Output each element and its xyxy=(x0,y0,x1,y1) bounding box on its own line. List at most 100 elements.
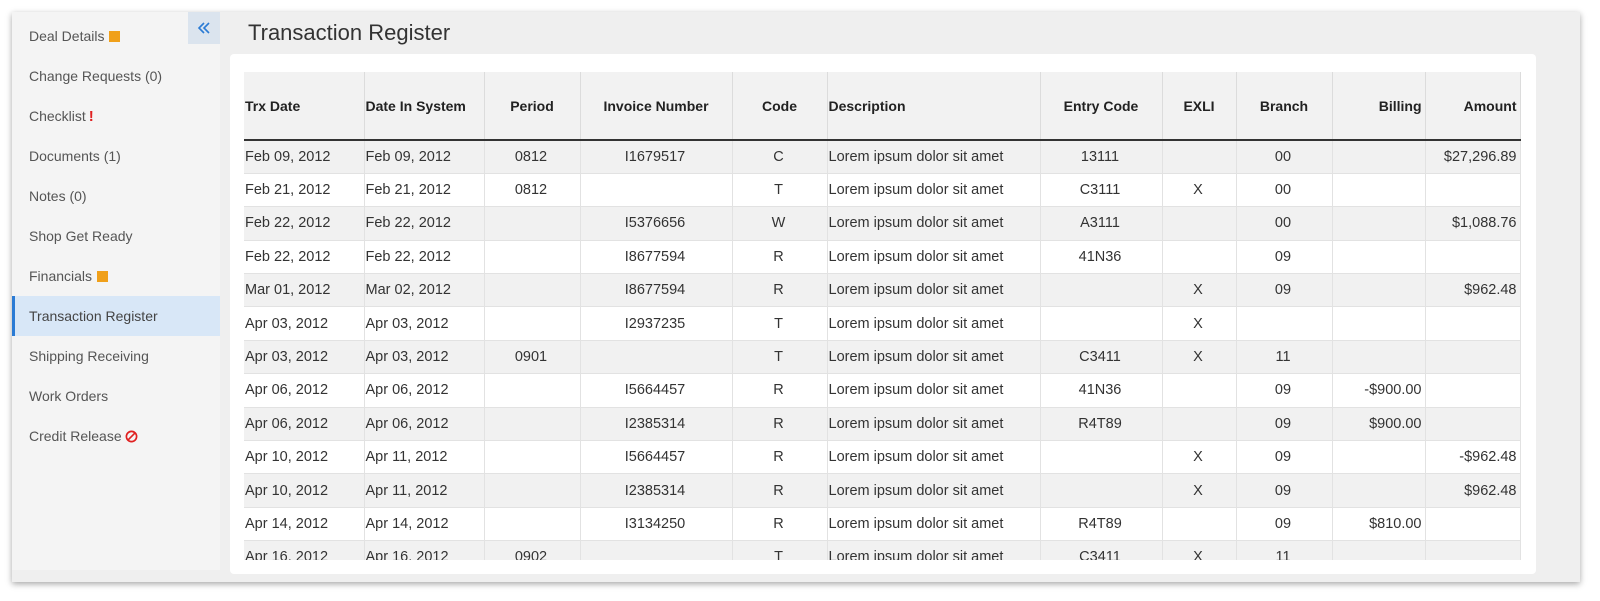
cell-entry-code xyxy=(1040,473,1163,508)
sidebar-item-credit-release[interactable]: Credit Release xyxy=(12,416,220,456)
sidebar-item-label: Shop Get Ready xyxy=(29,228,133,244)
sidebar-item-label: Deal Details xyxy=(29,28,105,44)
cell-description: Lorem ipsum dolor sit amet xyxy=(827,240,1041,275)
cell-amount: $27,296.89 xyxy=(1425,140,1521,174)
cell-branch: 00 xyxy=(1236,206,1333,241)
sidebar-item-shop-get-ready[interactable]: Shop Get Ready xyxy=(12,216,220,256)
table-row[interactable]: Apr 06, 2012 Apr 06, 2012 I5664457 R Lorem i… xyxy=(244,373,1521,408)
cell-invoice-number: I1679517 xyxy=(580,140,733,174)
sidebar-item-change-requests[interactable]: Change Requests (0) xyxy=(12,56,220,96)
cell-description: Lorem ipsum dolor sit amet xyxy=(827,340,1041,375)
column-header-invoice-number[interactable]: Invoice Number xyxy=(580,72,733,141)
cell-billing xyxy=(1332,206,1426,241)
cell-branch: 09 xyxy=(1236,240,1333,275)
content-panel: Trx Date Date In System Period Invoice Numb… xyxy=(230,54,1536,574)
cell-entry-code: R4T89 xyxy=(1040,407,1163,442)
column-header-amount[interactable]: Amount xyxy=(1425,72,1521,141)
cell-trx-date: Apr 03, 2012 xyxy=(244,340,365,375)
column-header-date-in-system[interactable]: Date In System xyxy=(364,72,485,141)
app-window: Deal Details Change Requests (0) Checkli… xyxy=(12,12,1580,582)
cell-billing xyxy=(1332,240,1426,275)
cell-date-in-system: Feb 22, 2012 xyxy=(364,240,485,275)
transaction-table: Trx Date Date In System Period Invoice Numb… xyxy=(244,72,1521,560)
cell-code: R xyxy=(732,273,828,308)
cell-entry-code: A3111 xyxy=(1040,206,1163,241)
cell-period: 0812 xyxy=(484,140,581,174)
cell-trx-date: Apr 03, 2012 xyxy=(244,306,365,341)
column-header-trx-date[interactable]: Trx Date xyxy=(244,72,365,141)
cell-invoice-number: I5376656 xyxy=(580,206,733,241)
cell-exli xyxy=(1162,373,1237,408)
cell-period xyxy=(484,440,581,475)
column-header-branch[interactable]: Branch xyxy=(1236,72,1333,141)
cell-trx-date: Mar 01, 2012 xyxy=(244,273,365,308)
sidebar-item-label: Checklist xyxy=(29,108,86,124)
cell-description: Lorem ipsum dolor sit amet xyxy=(827,407,1041,442)
sidebar-item-transaction-register[interactable]: Transaction Register xyxy=(12,296,220,336)
column-header-billing[interactable]: Billing xyxy=(1332,72,1426,141)
table-row[interactable]: Apr 16, 2012 Apr 16, 2012 0902 T Lorem ipsum… xyxy=(244,540,1521,560)
cell-code: R xyxy=(732,473,828,508)
collapse-sidebar-button[interactable] xyxy=(188,12,220,44)
cell-billing: $900.00 xyxy=(1332,407,1426,442)
cell-entry-code: 13111 xyxy=(1040,140,1163,174)
cell-branch: 09 xyxy=(1236,407,1333,442)
cell-exli xyxy=(1162,240,1237,275)
cell-entry-code: C3411 xyxy=(1040,340,1163,375)
table-row[interactable]: Apr 06, 2012 Apr 06, 2012 I2385314 R Lorem i… xyxy=(244,407,1521,442)
sidebar-item-work-orders[interactable]: Work Orders xyxy=(12,376,220,416)
cell-code: T xyxy=(732,340,828,375)
cell-date-in-system: Feb 09, 2012 xyxy=(364,140,485,174)
table-scroll-area[interactable]: Trx Date Date In System Period Invoice Numb… xyxy=(244,72,1522,560)
cell-trx-date: Apr 10, 2012 xyxy=(244,473,365,508)
sidebar-item-documents[interactable]: Documents (1) xyxy=(12,136,220,176)
cell-invoice-number: I3134250 xyxy=(580,507,733,542)
table-row[interactable]: Apr 10, 2012 Apr 11, 2012 I2385314 R Lorem i… xyxy=(244,473,1521,508)
cell-code: T xyxy=(732,173,828,208)
sidebar-item-shipping-receiving[interactable]: Shipping Receiving xyxy=(12,336,220,376)
column-header-entry-code[interactable]: Entry Code xyxy=(1040,72,1163,141)
table-row[interactable]: Apr 14, 2012 Apr 14, 2012 I3134250 R Lorem i… xyxy=(244,507,1521,542)
column-header-period[interactable]: Period xyxy=(484,72,581,141)
cell-description: Lorem ipsum dolor sit amet xyxy=(827,473,1041,508)
table-row[interactable]: Feb 22, 2012 Feb 22, 2012 I8677594 R Lorem i… xyxy=(244,240,1521,275)
table-row[interactable]: Apr 03, 2012 Apr 03, 2012 I2937235 T Lorem i… xyxy=(244,306,1521,341)
table-row[interactable]: Apr 03, 2012 Apr 03, 2012 0901 T Lorem ipsum… xyxy=(244,340,1521,375)
column-header-code[interactable]: Code xyxy=(732,72,828,141)
sidebar-item-checklist[interactable]: Checklist ! xyxy=(12,96,220,136)
cell-amount: $1,088.76 xyxy=(1425,206,1521,241)
cell-trx-date: Feb 22, 2012 xyxy=(244,240,365,275)
cell-code: T xyxy=(732,306,828,341)
cell-code: T xyxy=(732,540,828,560)
cell-billing xyxy=(1332,140,1426,174)
sidebar-item-notes[interactable]: Notes (0) xyxy=(12,176,220,216)
column-header-description[interactable]: Description xyxy=(827,72,1041,141)
sidebar-item-label: Work Orders xyxy=(29,388,109,404)
cell-date-in-system: Feb 22, 2012 xyxy=(364,206,485,241)
table-row[interactable]: Mar 01, 2012 Mar 02, 2012 I8677594 R Lorem i… xyxy=(244,273,1521,308)
table-row[interactable]: Feb 09, 2012 Feb 09, 2012 0812 I1679517 C Lor… xyxy=(244,140,1521,174)
table-row[interactable]: Feb 22, 2012 Feb 22, 2012 I5376656 W Lorem i… xyxy=(244,206,1521,241)
column-header-exli[interactable]: EXLI xyxy=(1162,72,1237,141)
cell-trx-date: Apr 14, 2012 xyxy=(244,507,365,542)
table-row[interactable]: Apr 10, 2012 Apr 11, 2012 I5664457 R Lorem i… xyxy=(244,440,1521,475)
sidebar-item-financials[interactable]: Financials xyxy=(12,256,220,296)
double-chevron-left-icon xyxy=(197,22,210,34)
cell-trx-date: Feb 09, 2012 xyxy=(244,140,365,174)
cell-entry-code: 41N36 xyxy=(1040,373,1163,408)
cell-period xyxy=(484,473,581,508)
cell-entry-code: R4T89 xyxy=(1040,507,1163,542)
cell-period xyxy=(484,206,581,241)
cell-billing xyxy=(1332,540,1426,560)
cell-billing xyxy=(1332,306,1426,341)
cell-invoice-number: I2385314 xyxy=(580,407,733,442)
cell-period xyxy=(484,507,581,542)
cell-amount xyxy=(1425,540,1521,560)
cell-invoice-number: I2937235 xyxy=(580,306,733,341)
table-row[interactable]: Feb 21, 2012 Feb 21, 2012 0812 T Lorem ipsum… xyxy=(244,173,1521,208)
cell-billing xyxy=(1332,440,1426,475)
cell-period xyxy=(484,373,581,408)
cell-date-in-system: Feb 21, 2012 xyxy=(364,173,485,208)
cell-invoice-number: I8677594 xyxy=(580,240,733,275)
cell-trx-date: Apr 06, 2012 xyxy=(244,373,365,408)
